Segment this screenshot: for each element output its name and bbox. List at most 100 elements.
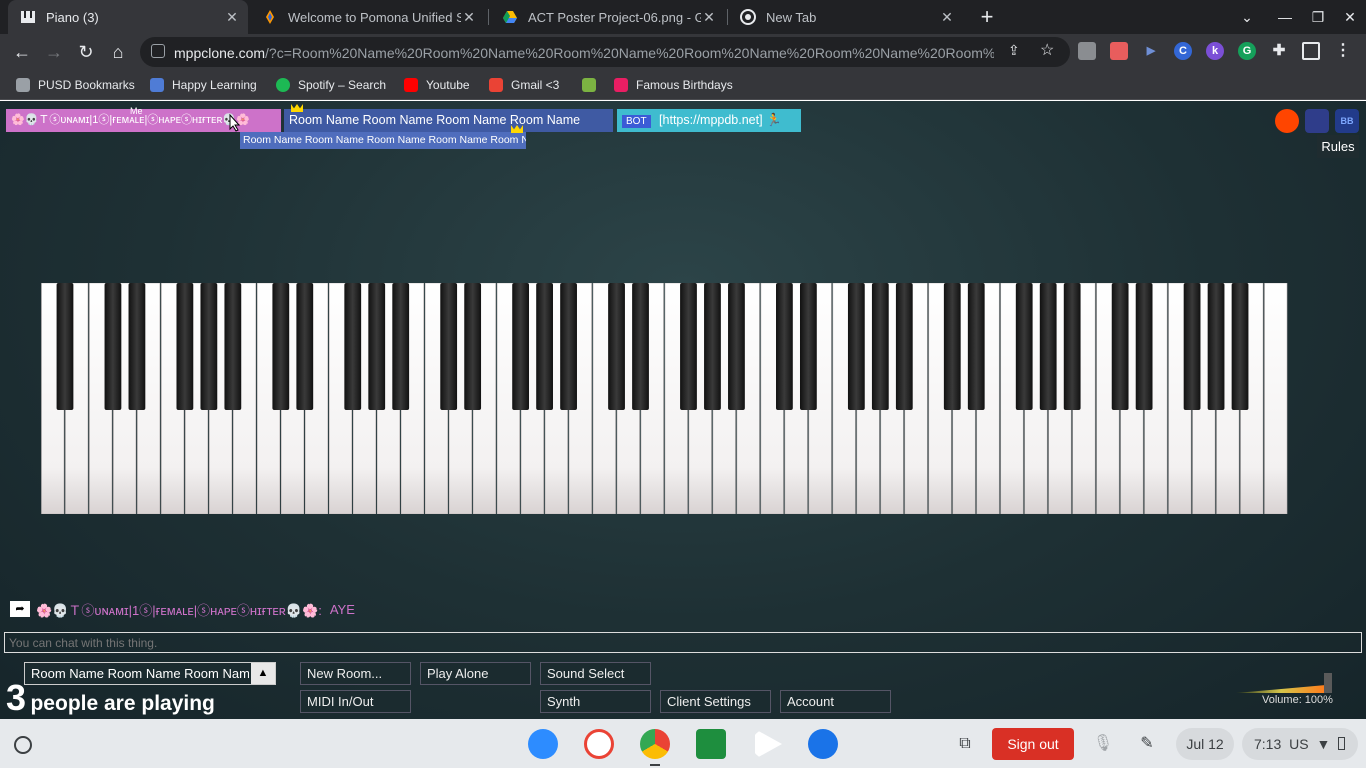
black-key[interactable] <box>728 283 745 411</box>
black-key[interactable] <box>440 283 458 411</box>
home-icon[interactable]: ⌂ <box>105 39 131 65</box>
black-key[interactable] <box>128 283 146 411</box>
tab-new-tab[interactable]: New Tab ✕ <box>728 0 963 34</box>
black-key[interactable] <box>871 283 889 411</box>
black-key[interactable] <box>176 283 194 411</box>
black-key[interactable] <box>560 283 577 411</box>
grammarly-icon[interactable]: G <box>1238 42 1256 60</box>
volume-slider[interactable] <box>1236 673 1336 693</box>
black-key[interactable] <box>895 283 913 411</box>
black-key[interactable] <box>1183 283 1201 411</box>
system-tray[interactable]: 7:13 US ▼ <box>1242 728 1358 760</box>
black-key[interactable] <box>464 283 482 411</box>
extension-k-icon[interactable]: k <box>1206 42 1224 60</box>
reddit-icon[interactable] <box>1275 109 1299 133</box>
tab-piano[interactable]: Piano (3) ✕ <box>8 0 248 34</box>
bookmark-pusd[interactable]: PUSD Bookmarks <box>16 76 135 94</box>
sign-out-button[interactable]: Sign out <box>992 728 1074 760</box>
maximize-icon[interactable]: ❐ <box>1306 5 1330 29</box>
black-key[interactable] <box>943 283 961 411</box>
black-key[interactable] <box>608 283 625 411</box>
play-store-icon[interactable] <box>755 729 782 759</box>
black-key[interactable] <box>1207 283 1225 411</box>
bookmark-gmail[interactable]: Gmail <3 <box>489 76 559 94</box>
piano-keyboard[interactable] <box>41 283 1288 514</box>
bookmark-star-icon[interactable]: ☆ <box>1040 40 1054 60</box>
black-key[interactable] <box>1039 283 1057 411</box>
black-key[interactable] <box>104 283 122 411</box>
bookmark-spotify[interactable]: Spotify – Search <box>276 76 386 94</box>
date-label[interactable]: Jul 12 <box>1176 728 1234 760</box>
printer-extension-icon[interactable] <box>1078 42 1096 60</box>
screen-capture-icon[interactable]: ⧉ <box>953 732 977 756</box>
black-key[interactable] <box>56 283 74 411</box>
rules-button[interactable]: Rules <box>1317 135 1359 158</box>
black-key[interactable] <box>847 283 865 411</box>
black-key[interactable] <box>1111 283 1129 411</box>
black-key[interactable] <box>632 283 649 411</box>
black-key[interactable] <box>200 283 218 411</box>
bookmark-happy-learning[interactable]: Happy Learning <box>150 76 257 94</box>
menu-icon[interactable]: ⋮ <box>1334 42 1352 60</box>
tab-search-icon[interactable]: ⌄ <box>1235 5 1259 29</box>
close-window-icon[interactable]: ✕ <box>1338 5 1362 29</box>
player-tag-owner[interactable]: Room Name Room Name Room Name Room Name <box>284 109 613 132</box>
midi-button[interactable]: MIDI In/Out <box>300 690 411 713</box>
classroom-icon[interactable] <box>696 729 726 759</box>
new-room-button[interactable]: New Room... <box>300 662 411 685</box>
black-key[interactable] <box>392 283 410 411</box>
black-key[interactable] <box>967 283 985 411</box>
synth-button[interactable]: Synth <box>540 690 651 713</box>
black-key[interactable] <box>776 283 793 411</box>
white-key[interactable] <box>1264 283 1288 514</box>
close-icon[interactable]: ✕ <box>939 9 955 26</box>
launcher-icon[interactable] <box>14 736 32 754</box>
black-key[interactable] <box>272 283 290 411</box>
extensions-puzzle-icon[interactable]: ✚ <box>1270 42 1288 60</box>
player-tag-bot[interactable]: BOT [https://mppdb.net] 🏃 <box>617 109 801 132</box>
black-key[interactable] <box>296 283 314 411</box>
close-icon[interactable]: ✕ <box>701 9 717 26</box>
tab-act-poster[interactable]: ACT Poster Project-06.png - Goo ✕ <box>490 0 725 34</box>
reload-icon[interactable]: ↻ <box>73 39 99 65</box>
microphone-icon[interactable]: 🎙 <box>1091 732 1115 756</box>
black-key[interactable] <box>344 283 362 411</box>
black-key[interactable] <box>1231 283 1249 411</box>
minimize-icon[interactable]: — <box>1273 5 1297 29</box>
black-key[interactable] <box>799 283 817 411</box>
reader-icon[interactable] <box>808 729 838 759</box>
close-icon[interactable]: ✕ <box>461 9 477 26</box>
discord-icon[interactable] <box>1305 109 1329 133</box>
back-icon[interactable]: ← <box>9 39 35 65</box>
share-icon[interactable]: ⇪ <box>1008 42 1020 59</box>
black-key[interactable] <box>680 283 697 411</box>
cursor-extension-icon[interactable]: ▶ <box>1142 42 1160 60</box>
black-key[interactable] <box>1015 283 1033 411</box>
site-info-icon[interactable] <box>151 44 165 58</box>
video-extension-icon[interactable] <box>1110 42 1128 60</box>
black-key[interactable] <box>368 283 386 411</box>
close-icon[interactable]: ✕ <box>224 9 240 26</box>
forward-icon[interactable]: → <box>41 39 67 65</box>
gmail-icon[interactable] <box>584 729 614 759</box>
black-key[interactable] <box>512 283 530 411</box>
extension-c-icon[interactable]: C <box>1174 42 1192 60</box>
zoom-icon[interactable] <box>528 729 558 759</box>
stylus-icon[interactable]: ✎ <box>1135 732 1159 756</box>
bookmark-green-app[interactable] <box>582 76 604 94</box>
bookmark-famous-birthdays[interactable]: Famous Birthdays <box>614 76 733 94</box>
black-key[interactable] <box>1135 283 1153 411</box>
chat-input[interactable] <box>4 632 1362 653</box>
account-button[interactable]: Account <box>780 690 891 713</box>
client-settings-button[interactable]: Client Settings <box>660 690 771 713</box>
tab-pomona[interactable]: Welcome to Pomona Unified Sch ✕ <box>250 0 485 34</box>
bookmark-youtube[interactable]: Youtube <box>404 76 470 94</box>
address-bar[interactable]: mppclone.com/?c=Room%20Name%20Room%20Nam… <box>140 37 1070 67</box>
side-panel-icon[interactable] <box>1302 42 1320 60</box>
settings-bb-icon[interactable]: BB <box>1335 109 1359 133</box>
black-key[interactable] <box>536 283 553 411</box>
chrome-icon[interactable] <box>640 729 670 759</box>
sound-select-button[interactable]: Sound Select <box>540 662 651 685</box>
black-key[interactable] <box>224 283 242 411</box>
new-tab-button[interactable]: + <box>975 5 999 29</box>
